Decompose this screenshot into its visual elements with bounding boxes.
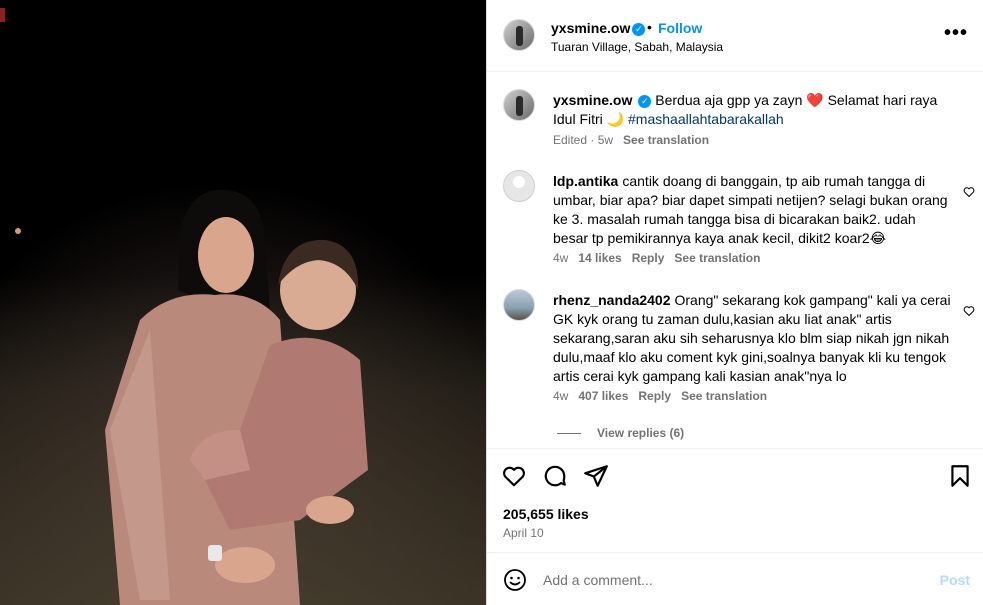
add-comment-bar: Post (487, 552, 983, 605)
separator-dot: • (647, 19, 652, 35)
post-location[interactable]: Tuaran Village, Sabah, Malaysia (551, 40, 723, 54)
more-icon[interactable]: ••• (944, 22, 968, 45)
reply-button[interactable]: Reply (638, 389, 671, 403)
verified-icon: ✓ (632, 23, 646, 36)
comment-meta: 4w 14 likes Reply See translation (553, 251, 770, 265)
see-translation-link[interactable]: See translation (623, 133, 709, 147)
verified-icon: ✓ (638, 95, 652, 108)
caption-meta: Edited · 5w See translation (553, 133, 719, 147)
post-username[interactable]: yxsmine.ow ✓ (551, 20, 646, 36)
avatar[interactable] (503, 170, 535, 202)
edited-label: Edited · 5w (553, 133, 614, 147)
caption-username[interactable]: yxsmine.ow (553, 92, 632, 108)
share-icon[interactable] (583, 463, 609, 489)
like-comment-heart-icon[interactable] (963, 186, 975, 198)
post-actions: 205,655 likes April 10 (487, 448, 983, 552)
bookmark-icon[interactable] (947, 463, 973, 489)
emoji-icon[interactable] (503, 568, 527, 592)
heart-icon[interactable] (501, 463, 527, 489)
comment-icon[interactable] (542, 463, 568, 489)
comment-text: ldp.antika cantik doang di banggain, tp a… (553, 172, 953, 248)
moon-emoji: 🌙 (606, 111, 625, 127)
comment-time[interactable]: 4w (553, 389, 568, 403)
comment-meta: 4w 407 likes Reply See translation (553, 389, 777, 403)
heart-emoji: ❤️ (806, 92, 824, 108)
view-replies-label[interactable]: View replies (6) (597, 426, 684, 440)
view-replies-button[interactable]: View replies (6) (557, 426, 684, 440)
post-date[interactable]: April 10 (503, 526, 544, 540)
like-comment-heart-icon[interactable] (963, 305, 975, 317)
follow-button[interactable]: Follow (658, 20, 702, 36)
comment-username[interactable]: ldp.antika (553, 173, 618, 189)
photo-figures (105, 189, 368, 605)
see-translation-link[interactable]: See translation (681, 389, 767, 403)
post-comment-button[interactable]: Post (940, 572, 970, 588)
comment-text: rhenz_nanda2402 Orang" sekarang kok gampa… (553, 291, 953, 386)
post-header: yxsmine.ow ✓ • Follow Tuaran Village, Sab… (487, 0, 983, 72)
caption-body: Berdua aja gpp ya zayn (655, 92, 807, 108)
comment-input[interactable] (543, 569, 923, 591)
hashtag-link[interactable]: #mashaallahtabarakallah (624, 111, 784, 127)
replies-divider (557, 433, 581, 435)
username-text[interactable]: yxsmine.ow (551, 20, 630, 36)
post-panel: yxsmine.ow ✓ • Follow Tuaran Village, Sab… (486, 0, 983, 605)
comment-username[interactable]: rhenz_nanda2402 (553, 292, 671, 308)
comment-likes[interactable]: 407 likes (578, 389, 628, 403)
post-photo[interactable] (0, 0, 486, 605)
comment-time[interactable]: 4w (553, 251, 568, 265)
avatar[interactable] (503, 89, 535, 121)
likes-count[interactable]: 205,655 likes (503, 506, 589, 522)
caption-text: yxsmine.ow ✓ Berdua aja gpp ya zayn ❤️ Se… (553, 91, 953, 129)
avatar[interactable] (503, 289, 535, 321)
comments-list[interactable]: yxsmine.ow ✓ Berdua aja gpp ya zayn ❤️ Se… (487, 72, 983, 448)
avatar[interactable] (503, 19, 535, 51)
see-translation-link[interactable]: See translation (674, 251, 760, 265)
reply-button[interactable]: Reply (632, 251, 665, 265)
comment-likes[interactable]: 14 likes (578, 251, 621, 265)
